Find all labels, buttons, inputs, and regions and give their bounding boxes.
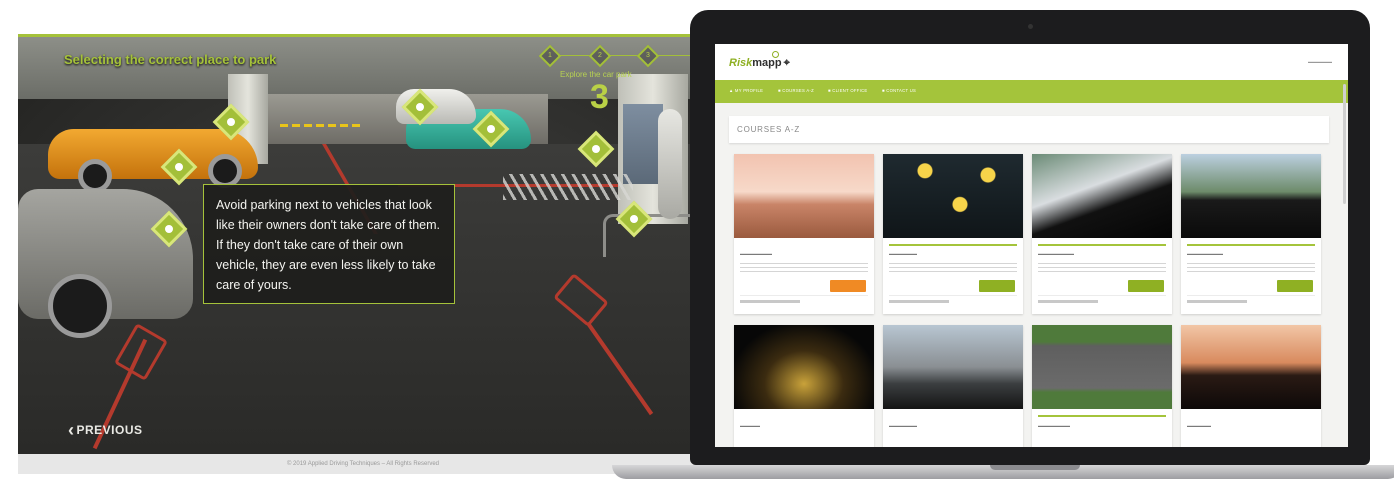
wheel — [48, 274, 112, 338]
course-title: ▬▬▬▬▬▬▬▬ — [1038, 423, 1070, 428]
continue-button[interactable] — [830, 280, 866, 292]
course-meta — [889, 300, 949, 303]
nav-label: CLIENT OFFICE — [832, 88, 868, 93]
nav-my-profile[interactable]: ▲ MY PROFILE — [729, 88, 763, 93]
course-title: ▬▬▬▬▬▬▬▬▬ — [1187, 251, 1223, 256]
logo-dot — [772, 51, 779, 58]
course-card[interactable]: ▬▬▬▬▬▬▬▬▬ — [1032, 154, 1172, 314]
course-thumbnail — [883, 154, 1023, 238]
card-divider — [1187, 295, 1315, 296]
course-description — [1187, 260, 1315, 274]
chevron-left-icon: ‹ — [68, 420, 75, 440]
step-label: 1 — [548, 52, 552, 59]
progress-bar — [1038, 415, 1166, 417]
course-thumbnail — [734, 325, 874, 409]
nav-label: COURSES A-Z — [782, 88, 814, 93]
previous-button[interactable]: ‹ PREVIOUS — [68, 420, 143, 441]
laptop-screen: Riskmapp ⌖ ▬▬▬▬▬▬ ▲ MY PROFILE ■ COURSES … — [715, 44, 1348, 447]
yellow-markings — [280, 124, 360, 127]
wheel — [208, 154, 242, 188]
course-meta — [740, 300, 800, 303]
card-divider — [740, 295, 868, 296]
course-card[interactable]: ▬▬▬▬▬▬▬ — [883, 325, 1023, 447]
nav-label: CONTACT US — [886, 88, 917, 93]
courses-heading-panel: COURSES A-Z — [729, 116, 1329, 143]
tip-box: Avoid parking next to vehicles that look… — [203, 184, 455, 304]
course-card[interactable]: ▬▬▬▬▬▬▬▬▬ — [1181, 154, 1321, 314]
scrollbar[interactable] — [1343, 84, 1346, 204]
course-card[interactable]: ▬▬▬▬▬▬▬▬ — [734, 154, 874, 314]
map-pin-icon: ⌖ — [783, 57, 790, 69]
step-label: 2 — [598, 52, 602, 59]
site-nav: ▲ MY PROFILE ■ COURSES A-Z ■ CLIENT OFFI… — [715, 80, 1348, 103]
course-title: ▬▬▬▬▬▬▬ — [889, 251, 917, 256]
course-title: ▬▬▬▬▬▬▬▬ — [740, 251, 772, 256]
step-label: 3 — [646, 52, 650, 59]
previous-label: PREVIOUS — [76, 423, 143, 437]
continue-button[interactable] — [1128, 280, 1164, 292]
site-header: Riskmapp ⌖ ▬▬▬▬▬▬ — [715, 44, 1348, 80]
camera-dot — [1028, 24, 1033, 29]
course-description — [1038, 260, 1166, 274]
course-description — [740, 260, 868, 274]
courses-heading: COURSES A-Z — [737, 125, 801, 134]
logo-prefix: Risk — [729, 57, 753, 69]
module-scene: Selecting the correct place to park 1 2 … — [18, 34, 708, 454]
laptop: Riskmapp ⌖ ▬▬▬▬▬▬ ▲ MY PROFILE ■ COURSES … — [612, 10, 1394, 482]
card-divider — [889, 295, 1017, 296]
course-thumbnail — [1181, 325, 1321, 409]
progress-bar — [889, 244, 1017, 246]
logo-suffix: mapp — [752, 57, 782, 69]
course-description — [889, 260, 1017, 274]
progress-connector — [558, 55, 592, 56]
course-thumbnail — [1032, 154, 1172, 238]
continue-button[interactable] — [979, 280, 1015, 292]
course-thumbnail — [1181, 154, 1321, 238]
progress-bar — [1038, 244, 1166, 246]
course-thumbnail — [734, 154, 874, 238]
progress-bar — [1187, 244, 1315, 246]
lift-door — [623, 104, 663, 184]
course-meta — [1187, 300, 1247, 303]
course-title: ▬▬▬▬▬▬ — [1187, 423, 1211, 428]
continue-button[interactable] — [1277, 280, 1313, 292]
user-account-link[interactable]: ▬▬▬▬▬▬ — [1308, 59, 1332, 64]
course-title: ▬▬▬▬▬ — [740, 423, 760, 428]
course-card[interactable]: ▬▬▬▬▬▬ — [1181, 325, 1321, 447]
course-card[interactable]: ▬▬▬▬▬▬▬▬ — [1032, 325, 1172, 447]
hatched-area — [503, 174, 633, 200]
module-title: Selecting the correct place to park — [64, 52, 277, 67]
nav-label: MY PROFILE — [734, 88, 764, 93]
nav-courses[interactable]: ■ COURSES A-Z — [778, 88, 814, 93]
course-title: ▬▬▬▬▬▬▬ — [889, 423, 917, 428]
riskmapp-logo[interactable]: Riskmapp ⌖ — [729, 51, 790, 70]
nav-contact[interactable]: ■ CONTACT US — [882, 88, 916, 93]
nav-client-office[interactable]: ■ CLIENT OFFICE — [828, 88, 868, 93]
course-thumbnail — [1032, 325, 1172, 409]
progress-number: 3 — [590, 78, 609, 116]
course-thumbnail — [883, 325, 1023, 409]
card-divider — [1038, 295, 1166, 296]
wheel — [78, 159, 112, 193]
course-card[interactable]: ▬▬▬▬▬ — [734, 325, 874, 447]
course-meta — [1038, 300, 1098, 303]
course-card[interactable]: ▬▬▬▬▬▬▬ — [883, 154, 1023, 314]
pedestrian — [658, 109, 682, 219]
module-footer: © 2019 Applied Driving Techniques – All … — [18, 454, 708, 474]
course-title: ▬▬▬▬▬▬▬▬▬ — [1038, 251, 1074, 256]
laptop-notch — [990, 465, 1080, 470]
tip-text: Avoid parking next to vehicles that look… — [216, 198, 441, 292]
